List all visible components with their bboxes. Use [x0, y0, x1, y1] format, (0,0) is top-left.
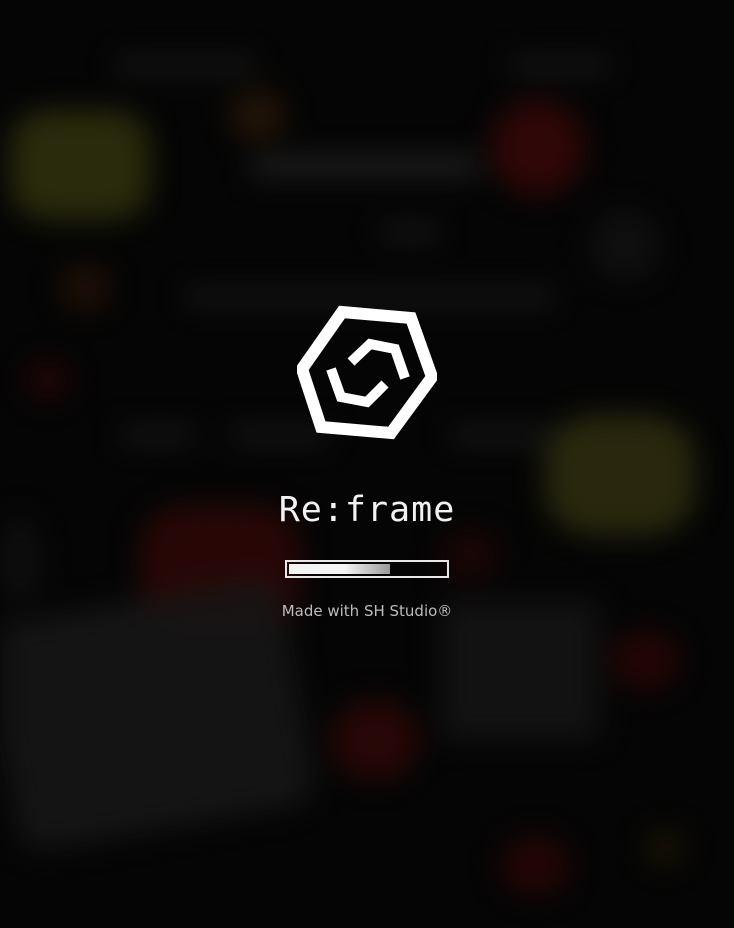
loading-progress-fill	[289, 564, 390, 574]
splash-screen: Re:frame Made with SH Studio®	[0, 0, 734, 928]
loading-progress-bar	[285, 560, 449, 578]
hexagon-reframe-logo-icon	[297, 305, 437, 440]
studio-credit: Made with SH Studio®	[281, 602, 453, 620]
app-title: Re:frame	[278, 490, 456, 530]
